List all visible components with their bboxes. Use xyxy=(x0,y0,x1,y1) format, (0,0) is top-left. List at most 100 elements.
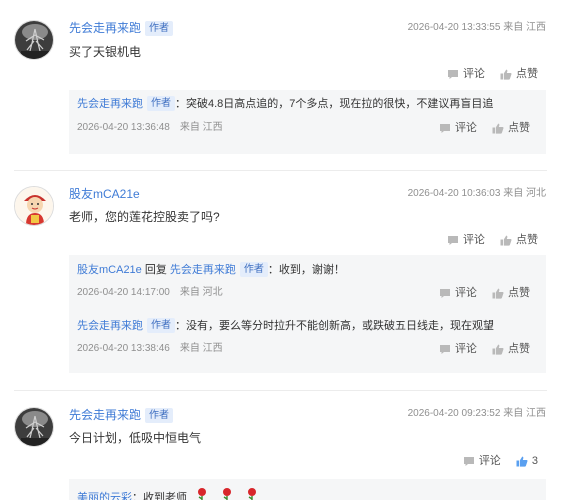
author-badge: 作者 xyxy=(147,318,175,333)
reply-location: 来自 河北 xyxy=(179,287,223,298)
comment-label: 评论 xyxy=(454,287,477,299)
author-name[interactable]: 股友mCA21e xyxy=(69,187,140,201)
like-button[interactable]: 点赞 xyxy=(492,121,530,135)
author-badge: 作者 xyxy=(239,262,268,277)
like-label: 点赞 xyxy=(508,287,530,299)
rose-emoji xyxy=(246,487,258,500)
reply-author[interactable]: 美丽的云彩 xyxy=(77,492,132,500)
thumbs-up-icon xyxy=(492,288,504,299)
reply-text: 股友mCA21e 回复 先会走再来跑 作者 ：收到，谢谢！ xyxy=(77,262,345,278)
avatar[interactable] xyxy=(14,186,54,226)
comment-location: 来自 江西 xyxy=(503,408,546,419)
reply-item: 先会走再来跑 作者 ：突破4.8日高点追的，7个多点，现在拉的很快，不建议再盲目追 … xyxy=(69,90,546,154)
rose-emoji xyxy=(196,487,208,500)
reply-text: 先会走再来跑 作者 ：突破4.8日高点追的，7个多点，现在拉的很快，不建议再盲目追 xyxy=(77,96,493,112)
comment-label: 评论 xyxy=(454,122,477,134)
comment-label: 评论 xyxy=(478,455,501,467)
reply-actions: 评论 点赞 xyxy=(427,121,530,138)
comment-label: 评论 xyxy=(462,234,485,246)
comment-icon xyxy=(463,456,474,466)
comment-location: 来自 河北 xyxy=(503,188,546,199)
comment-timestamp: 2026-04-20 13:33:55 xyxy=(407,22,501,33)
comment-feed: 先会走再来跑 作者 2026-04-20 13:33:55 来自 江西 买了天银机… xyxy=(0,0,569,500)
comment-item: 先会走再来跑 作者 2026-04-20 13:33:55 来自 江西 买了天银机… xyxy=(0,0,569,170)
reply-item: 股友mCA21e 回复 先会走再来跑 作者 ：收到，谢谢！ 2026-04-20 1… xyxy=(69,255,546,311)
reply-content: ：突破4.8日高点追的，7个多点，现在拉的很快，不建议再盲目追 xyxy=(175,98,494,110)
comment-icon xyxy=(439,288,450,298)
like-button[interactable]: 点赞 xyxy=(492,286,530,300)
reply-item: 美丽的云彩：收到老师 xyxy=(69,479,546,500)
thumbs-up-icon xyxy=(492,344,504,355)
comment-author[interactable]: 先会走再来跑 作者 xyxy=(69,407,174,423)
comment-timestamp: 2026-04-20 10:36:03 xyxy=(407,188,501,199)
reply-location: 来自 江西 xyxy=(179,122,223,133)
comment-button[interactable]: 评论 xyxy=(439,286,477,300)
reply-list: 股友mCA21e 回复 先会走再来跑 作者 ：收到，谢谢！ 2026-04-20 1… xyxy=(69,255,546,373)
comment-button[interactable]: 评论 xyxy=(447,67,485,81)
comment-content: 今日计划，低吸中恒电气 xyxy=(69,431,202,445)
like-button[interactable]: 点赞 xyxy=(500,233,538,247)
reply-text: 先会走再来跑 作者 ：没有，要么等分时拉升不能创新高，或跌破五日线走，现在观望 xyxy=(77,318,494,334)
like-button[interactable]: 点赞 xyxy=(500,67,538,81)
reply-content: ：收到，谢谢！ xyxy=(267,264,345,276)
comment-button[interactable]: 评论 xyxy=(447,233,485,247)
comment-button[interactable]: 评论 xyxy=(463,454,501,468)
like-label: 点赞 xyxy=(508,343,530,355)
comment-label: 评论 xyxy=(462,68,485,80)
thumbs-up-icon xyxy=(516,456,528,467)
comment-item: 股友mCA21e 2026-04-20 10:36:03 来自 河北 老师，您的… xyxy=(0,171,569,389)
reply-author[interactable]: 股友mCA21e xyxy=(77,264,142,276)
like-label: 点赞 xyxy=(516,234,538,246)
reply-location: 来自 江西 xyxy=(179,343,223,354)
reply-word: 回复 xyxy=(144,264,167,276)
comment-timestamp: 2026-04-20 09:23:52 xyxy=(407,408,501,419)
avatar[interactable] xyxy=(14,407,54,447)
reply-meta: 2026-04-20 13:36:48 来自 江西 xyxy=(77,121,223,135)
reply-time: 2026-04-20 13:36:48 xyxy=(77,122,170,133)
like-button[interactable]: 3 xyxy=(516,454,538,468)
reply-item: 先会走再来跑 作者 ：没有，要么等分时拉升不能创新高，或跌破五日线走，现在观望 20… xyxy=(69,311,546,373)
author-badge: 作者 xyxy=(145,21,174,36)
comment-icon xyxy=(439,123,450,133)
comment-label: 评论 xyxy=(454,343,477,355)
reply-author[interactable]: 先会走再来跑 xyxy=(77,320,143,332)
comment-button[interactable]: 评论 xyxy=(439,121,477,135)
comment-button[interactable]: 评论 xyxy=(439,342,477,356)
author-name[interactable]: 先会走再来跑 xyxy=(69,408,141,422)
thumbs-up-icon xyxy=(500,235,512,246)
reply-text: 美丽的云彩：收到老师 xyxy=(77,487,258,500)
reply-content: ：没有，要么等分时拉升不能创新高，或跌破五日线走，现在观望 xyxy=(175,320,494,332)
reply-target[interactable]: 先会走再来跑 xyxy=(170,264,236,276)
reply-content: ：收到老师 xyxy=(132,492,187,500)
comment-meta: 2026-04-20 10:36:03 来自 河北 xyxy=(408,187,546,201)
author-name[interactable]: 先会走再来跑 xyxy=(69,21,141,35)
avatar[interactable] xyxy=(14,20,54,60)
author-badge: 作者 xyxy=(145,408,174,423)
reply-meta: 2026-04-20 14:17:00 来自 河北 xyxy=(77,286,223,300)
author-badge: 作者 xyxy=(147,96,175,111)
comment-location: 来自 江西 xyxy=(503,22,546,33)
comment-meta: 2026-04-20 13:33:55 来自 江西 xyxy=(408,21,546,35)
thumbs-up-icon xyxy=(500,69,512,80)
comment-author[interactable]: 先会走再来跑 作者 xyxy=(69,20,174,36)
comment-content: 老师，您的莲花控股卖了吗? xyxy=(69,210,220,224)
thumbs-up-icon xyxy=(492,123,504,134)
like-button[interactable]: 点赞 xyxy=(492,342,530,356)
comment-content: 买了天银机电 xyxy=(69,45,142,59)
like-label: 点赞 xyxy=(508,122,530,134)
rose-emoji xyxy=(221,487,233,500)
reply-time: 2026-04-20 13:38:46 xyxy=(77,343,170,354)
reply-list: 先会走再来跑 作者 ：突破4.8日高点追的，7个多点，现在拉的很快，不建议再盲目追 … xyxy=(69,90,546,154)
reply-list: 美丽的云彩：收到老师 xyxy=(69,479,546,500)
reply-actions: 评论 点赞 xyxy=(427,286,530,303)
comment-author[interactable]: 股友mCA21e xyxy=(69,186,140,202)
reply-actions: 评论 点赞 xyxy=(427,342,530,359)
comment-actions: 评论 3 xyxy=(451,454,538,471)
comment-icon xyxy=(447,69,458,79)
reply-meta: 2026-04-20 13:38:46 来自 江西 xyxy=(77,342,223,356)
reply-author[interactable]: 先会走再来跑 xyxy=(77,98,143,110)
comment-actions: 评论 点赞 xyxy=(435,233,538,250)
like-count: 3 xyxy=(531,455,538,467)
comment-icon xyxy=(439,344,450,354)
comment-icon xyxy=(447,235,458,245)
